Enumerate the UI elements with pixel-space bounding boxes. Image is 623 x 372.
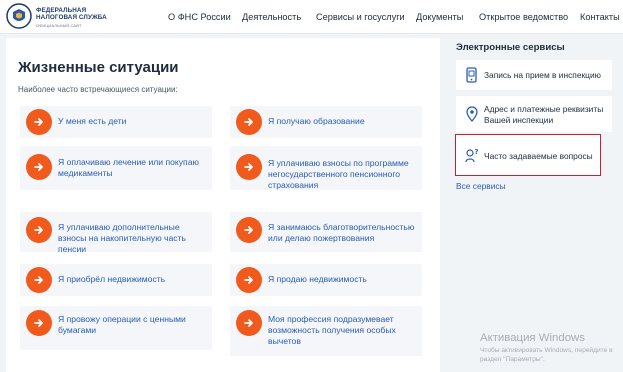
situation-selling-property[interactable]: Я продаю недвижимость [230, 264, 422, 296]
arrow-right-icon [236, 154, 262, 180]
situation-label: Я приобрёл недвижимость [58, 274, 166, 284]
life-situations-panel: Жизненные ситуации Наиболее часто встреч… [6, 38, 440, 372]
service-label: Часто задаваемые вопросы [484, 151, 593, 161]
situation-bought-property[interactable]: Я приобрёл недвижимость [20, 264, 212, 296]
situation-label: Я уплачиваю дополнительные взносы на нак… [58, 222, 186, 254]
situation-label: Я занимаюсь благотворительностью или дел… [268, 222, 415, 243]
arrow-right-icon [26, 267, 52, 293]
nav-services[interactable]: Сервисы и госуслуги [316, 12, 405, 22]
service-address-requisites[interactable]: Адрес и платежные реквизиты Вашей инспек… [456, 96, 612, 132]
situation-label: Я уплачиваю взносы по программе негосуда… [268, 158, 409, 190]
situation-charity[interactable]: Я занимаюсь благотворительностью или дел… [230, 212, 422, 252]
arrow-right-icon [26, 217, 52, 243]
arrow-right-icon [26, 154, 52, 180]
situation-securities[interactable]: Я провожу операции с ценными бумагами [20, 306, 212, 350]
page-subtitle: Наиболее часто встречающиеся ситуации: [18, 85, 178, 94]
situation-medical[interactable]: Я оплачиваю лечение или покупаю медикаме… [20, 146, 212, 190]
logo-subtitle: ОФИЦИАЛЬНЫЙ САЙТ [36, 23, 82, 28]
all-services-link[interactable]: Все сервисы [456, 181, 506, 191]
arrow-right-icon [26, 310, 52, 336]
situation-children[interactable]: У меня есть дети [20, 106, 212, 138]
windows-activation-text: Чтобы активировать Windows, перейдите в … [480, 347, 613, 363]
situation-profession[interactable]: Моя профессия подразумевает возможность … [230, 306, 422, 356]
windows-activation-title: Активация Windows [480, 332, 585, 344]
service-appointment[interactable]: Запись на прием в инспекцию [456, 60, 612, 90]
location-pin-icon [466, 106, 478, 122]
situation-label: Моя профессия подразумевает возможность … [268, 314, 396, 346]
logo-line-1: ФЕДЕРАЛЬНАЯ [36, 7, 87, 14]
electronic-services-title: Электронные сервисы [456, 42, 565, 53]
nav-contacts[interactable]: Контакты [580, 12, 620, 22]
service-label: Адрес и платежные реквизиты Вашей инспек… [484, 104, 604, 125]
site-logo-text[interactable]: ФЕДЕРАЛЬНАЯ НАЛОГОВАЯ СЛУЖБА ОФИЦИАЛЬНЫЙ… [36, 7, 107, 29]
fns-emblem-icon[interactable] [6, 3, 32, 29]
situation-label: У меня есть дети [58, 116, 127, 126]
arrow-right-icon [26, 109, 52, 135]
service-label: Запись на прием в инспекцию [484, 70, 601, 80]
question-person-icon: ? [465, 148, 479, 163]
situation-pension[interactable]: Я уплачиваю дополнительные взносы на нак… [20, 212, 212, 254]
arrow-right-icon [236, 217, 262, 243]
arrow-right-icon [236, 310, 262, 336]
nav-activity[interactable]: Деятельность [242, 12, 301, 22]
nav-documents[interactable]: Документы [416, 12, 463, 22]
logo-line-2: НАЛОГОВАЯ СЛУЖБА [36, 14, 107, 21]
situation-label: Я оплачиваю лечение или покупаю медикаме… [58, 157, 199, 178]
svg-text:?: ? [475, 148, 479, 156]
arrow-right-icon [236, 267, 262, 293]
phone-calendar-icon [466, 67, 477, 83]
nav-about[interactable]: О ФНС России [168, 12, 231, 22]
nav-open-agency[interactable]: Открытое ведомство [479, 12, 568, 22]
arrow-right-icon [236, 109, 262, 135]
site-header: ФЕДЕРАЛЬНАЯ НАЛОГОВАЯ СЛУЖБА ОФИЦИАЛЬНЫЙ… [0, 0, 623, 34]
page-title: Жизненные ситуации [18, 59, 179, 76]
situation-label: Я получаю образование [268, 116, 365, 126]
situation-education[interactable]: Я получаю образование [230, 106, 422, 138]
situation-npf[interactable]: Я уплачиваю взносы по программе негосуда… [230, 146, 422, 190]
situation-label: Я продаю недвижимость [268, 274, 367, 284]
situation-label: Я провожу операции с ценными бумагами [58, 314, 186, 335]
service-faq[interactable]: ? Часто задаваемые вопросы [455, 134, 601, 176]
